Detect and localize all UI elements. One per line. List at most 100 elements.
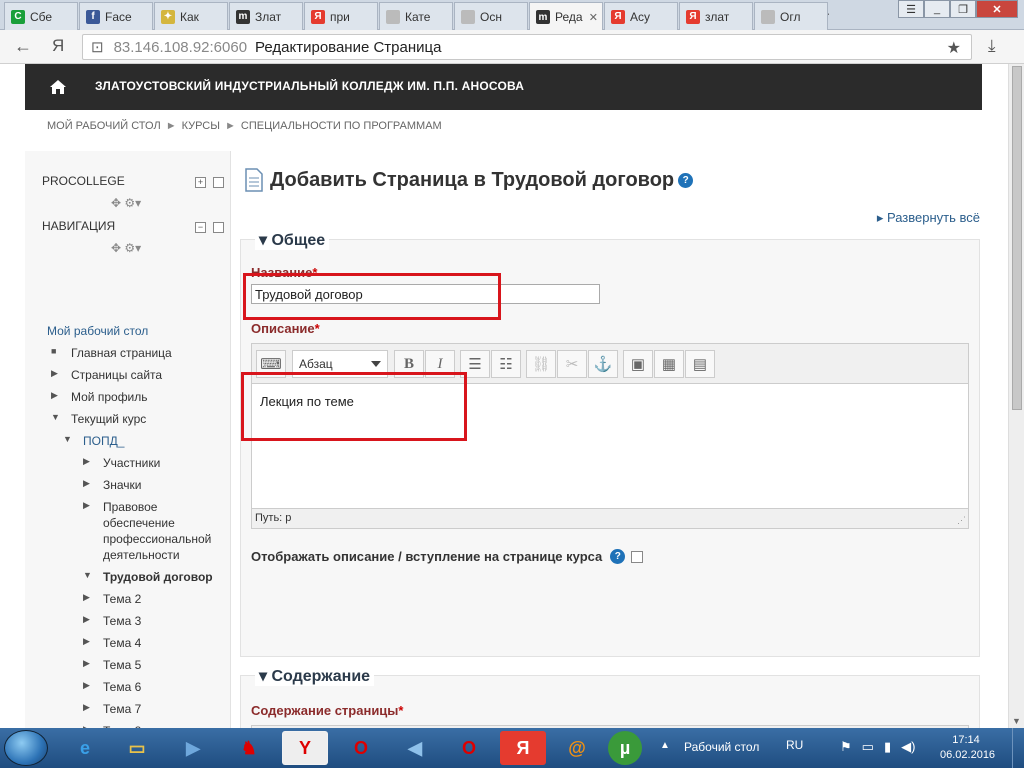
collapsed-arrow-icon[interactable]: ▶: [83, 614, 93, 625]
browser-tab[interactable]: Язлат: [679, 2, 753, 30]
browser-tab[interactable]: ✦ Как: [154, 2, 228, 30]
section-legend-content[interactable]: ▾ Содержание: [255, 666, 375, 686]
volume-icon[interactable]: ◀): [901, 739, 915, 755]
browser-tab[interactable]: f Face: [79, 2, 153, 30]
yandex-browser-icon[interactable]: Y: [282, 731, 328, 765]
utorrent-icon[interactable]: µ: [608, 731, 642, 765]
leaf-bullet-icon[interactable]: ■: [51, 346, 61, 356]
nav-item[interactable]: ▶ Участники: [83, 455, 225, 471]
file-manager-icon[interactable]: ▤: [685, 350, 715, 378]
close-window-button[interactable]: ✕: [976, 0, 1018, 18]
unlink-icon[interactable]: ✂: [557, 350, 587, 378]
browser-tab[interactable]: Япри: [304, 2, 378, 30]
home-icon[interactable]: [49, 78, 67, 96]
nav-item[interactable]: ▶ Значки: [83, 477, 225, 493]
breadcrumb-item[interactable]: СПЕЦИАЛЬНОСТИ ПО ПРОГРАММАМ: [241, 120, 442, 132]
system-clock[interactable]: 17:14 06.02.2016: [940, 733, 995, 763]
internet-explorer-icon[interactable]: e: [62, 731, 108, 765]
browser-tab[interactable]: С Сбе: [4, 2, 78, 30]
resize-grip-icon[interactable]: ⋰: [957, 515, 966, 526]
tray-expand-icon[interactable]: ▲: [660, 740, 670, 751]
file-explorer-icon[interactable]: ▭: [114, 731, 160, 765]
download-icon[interactable]: ⤓: [988, 36, 996, 56]
numbered-list-icon[interactable]: ☷: [491, 350, 521, 378]
nav-item[interactable]: ▶ Тема 3: [83, 613, 225, 629]
nav-item[interactable]: ▶ Мой профиль: [51, 389, 225, 405]
collapsed-arrow-icon[interactable]: ▶: [83, 478, 93, 489]
breadcrumb-item[interactable]: МОЙ РАБОЧИЙ СТОЛ: [47, 120, 161, 132]
scrollbar-thumb[interactable]: [1012, 66, 1022, 410]
collapsed-arrow-icon[interactable]: ▶: [83, 702, 93, 713]
expanded-arrow-icon[interactable]: ▼: [83, 570, 93, 580]
nav-item[interactable]: ▶ Тема 5: [83, 657, 225, 673]
browser-tab[interactable]: Кате: [379, 2, 453, 30]
maximize-button[interactable]: ❐: [950, 0, 976, 18]
block-move-icon[interactable]: ✥ ⚙▾: [111, 241, 141, 255]
yandex-icon[interactable]: Я: [500, 731, 546, 765]
nav-item[interactable]: ■ Главная страница: [51, 345, 225, 361]
nav-item[interactable]: ▶ Правовое обеспечение профессиональной д…: [83, 499, 225, 563]
show-description-checkbox[interactable]: [631, 550, 644, 563]
collapsed-arrow-icon[interactable]: ▶: [51, 390, 61, 401]
expanded-arrow-icon[interactable]: ▼: [63, 434, 73, 444]
collapsed-arrow-icon[interactable]: ▶: [83, 456, 93, 467]
menu-button[interactable]: ☰: [898, 0, 924, 18]
opera-icon[interactable]: O: [338, 731, 384, 765]
block-move-icon[interactable]: ✥ ⚙▾: [111, 196, 141, 210]
anchor-icon[interactable]: ⚓: [588, 350, 618, 378]
desktop-toolbar[interactable]: Рабочий стол: [684, 740, 759, 754]
nav-item[interactable]: Мой рабочий стол: [47, 323, 225, 339]
collapsed-arrow-icon[interactable]: ▶: [83, 500, 93, 511]
display-icon[interactable]: ▭: [862, 739, 874, 755]
action-center-icon[interactable]: ⚑: [840, 739, 852, 755]
collapsed-arrow-icon[interactable]: ▶: [51, 368, 61, 379]
block-dock-icon[interactable]: [213, 222, 224, 233]
browser-tab[interactable]: Осн: [454, 2, 528, 30]
block-collapse-icon[interactable]: −: [195, 222, 206, 233]
expanded-arrow-icon[interactable]: ▼: [51, 412, 61, 422]
scroll-down-icon[interactable]: ▼: [1012, 716, 1021, 726]
media-player-icon[interactable]: ▶: [170, 731, 216, 765]
collapsed-arrow-icon[interactable]: ▶: [83, 680, 93, 691]
link-icon[interactable]: ⛓: [526, 350, 556, 378]
browser-tab[interactable]: m Реда ✕: [529, 2, 603, 31]
site-name[interactable]: ЗЛАТОУСТОВСКИЙ ИНДУСТРИАЛЬНЫЙ КОЛЛЕДЖ ИМ…: [95, 79, 524, 93]
nav-item[interactable]: ▶ Тема 2: [83, 591, 225, 607]
breadcrumb-item[interactable]: КУРСЫ: [182, 120, 220, 132]
page-scrollbar[interactable]: ▼: [1008, 64, 1024, 728]
collapsed-arrow-icon[interactable]: ▶: [83, 592, 93, 603]
browser-tab[interactable]: Огл: [754, 2, 828, 30]
collapsed-arrow-icon[interactable]: ▶: [83, 636, 93, 647]
nav-item[interactable]: ▼ Текущий курс: [51, 411, 225, 427]
nav-item[interactable]: ▶ Тема 4: [83, 635, 225, 651]
browser-tab[interactable]: m Злат: [229, 2, 303, 30]
image-icon[interactable]: ▣: [623, 350, 653, 378]
language-indicator[interactable]: RU: [786, 738, 803, 752]
media-icon[interactable]: ▦: [654, 350, 684, 378]
nav-item[interactable]: ▼ Трудовой договор: [83, 569, 225, 585]
nav-item[interactable]: ▶ Тема 6: [83, 679, 225, 695]
opera-icon[interactable]: O: [446, 731, 492, 765]
help-icon[interactable]: ?: [610, 549, 626, 564]
section-legend-general[interactable]: ▾ Общее: [255, 230, 330, 250]
block-expand-icon[interactable]: +: [195, 177, 206, 188]
block-dock-icon[interactable]: [213, 177, 224, 188]
collapsed-arrow-icon[interactable]: ▶: [83, 658, 93, 669]
minimize-button[interactable]: _: [924, 0, 950, 18]
expand-all-link[interactable]: ▸ Развернуть всё: [877, 210, 980, 226]
url-field[interactable]: ⊡ 83.146.108.92:6060 Редактирование Стра…: [82, 34, 972, 60]
nav-item[interactable]: ▼ ПОПД_: [63, 433, 225, 449]
nav-item[interactable]: ▶ Тема 7: [83, 701, 225, 717]
show-desktop-button[interactable]: [1012, 728, 1024, 768]
volume-app-icon[interactable]: ◀: [392, 731, 438, 765]
browser-tab[interactable]: Я Асу: [604, 2, 678, 30]
yandex-icon[interactable]: Я: [52, 36, 64, 56]
network-icon[interactable]: ▮: [884, 739, 891, 755]
tab-close-icon[interactable]: ✕: [589, 11, 598, 24]
back-arrow-icon[interactable]: ←: [14, 36, 32, 57]
help-icon[interactable]: ?: [678, 172, 694, 188]
nav-item[interactable]: ▶ Страницы сайта: [51, 367, 225, 383]
zynga-icon[interactable]: ♞: [226, 731, 272, 765]
start-button[interactable]: [4, 730, 48, 766]
bookmark-star-icon[interactable]: ★: [947, 38, 961, 58]
